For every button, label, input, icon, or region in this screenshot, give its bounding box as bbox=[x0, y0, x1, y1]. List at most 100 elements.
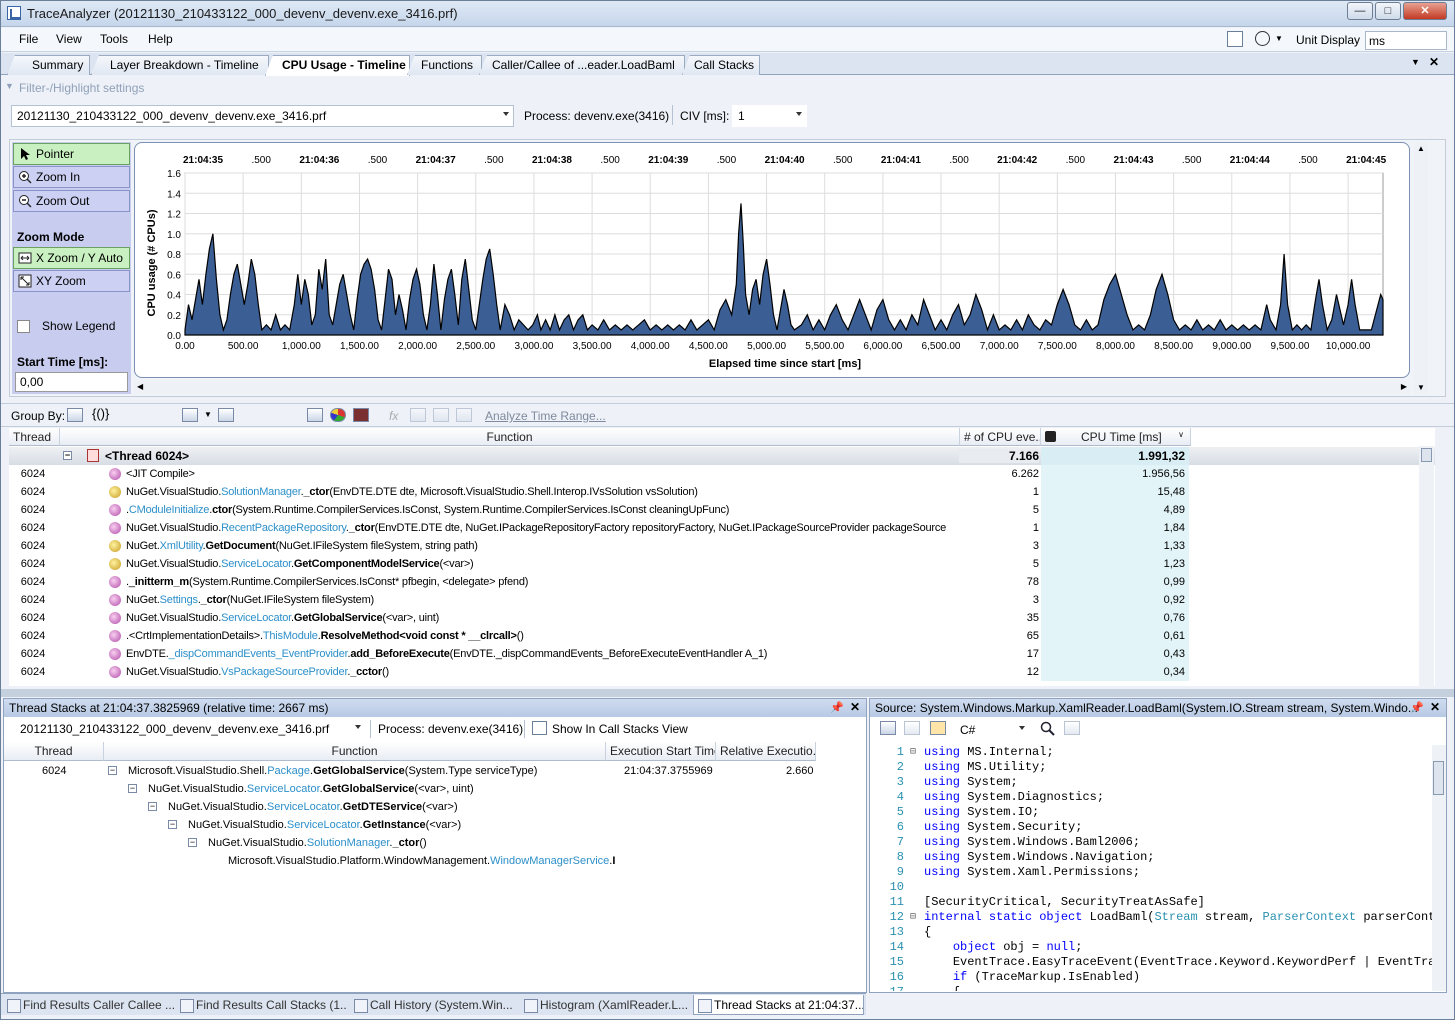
copy-icon[interactable] bbox=[1064, 721, 1080, 735]
xy-zoom-button[interactable]: XY Zoom bbox=[13, 270, 130, 292]
trace-file-select[interactable]: 20121130_210433122_000_devenv_devenv.exe… bbox=[11, 105, 514, 127]
table-row[interactable]: 6024 NuGet.Settings._ctor(NuGet.IFileSyst… bbox=[9, 591, 1435, 609]
zoom-out-button[interactable]: Zoom Out bbox=[13, 190, 130, 212]
collapse-toggle-icon[interactable]: − bbox=[108, 766, 117, 775]
highlight-icon[interactable] bbox=[433, 408, 449, 422]
highlighter-icon[interactable] bbox=[930, 721, 946, 735]
tab-call-history[interactable]: Call History (System.Win... bbox=[350, 995, 516, 1015]
pie-chart-icon[interactable] bbox=[330, 408, 346, 422]
heatmap-icon[interactable] bbox=[353, 408, 369, 422]
tab-find-results-caller-callee[interactable]: Find Results Caller Callee ... bbox=[3, 995, 175, 1015]
stack-row[interactable]: − NuGet.VisualStudio.ServiceLocator.GetDT… bbox=[4, 798, 864, 816]
panel-splitter[interactable] bbox=[1, 689, 1454, 697]
collapse-toggle-icon[interactable]: − bbox=[188, 838, 197, 847]
clock-icon[interactable] bbox=[1255, 31, 1270, 46]
column-num-cpu-events[interactable]: # of CPU eve... bbox=[960, 428, 1041, 446]
close-button[interactable]: ✕ bbox=[1403, 2, 1447, 20]
pointer-tool-button[interactable]: Pointer bbox=[13, 143, 130, 165]
show-legend-checkbox[interactable] bbox=[17, 320, 30, 333]
analyze-time-range-link[interactable]: Analyze Time Range... bbox=[485, 409, 606, 423]
stack-row[interactable]: − NuGet.VisualStudio.ServiceLocator.GetIn… bbox=[4, 816, 864, 834]
ts-column-function[interactable]: Function bbox=[104, 742, 606, 761]
scroll-down-icon[interactable]: ▼ bbox=[1417, 383, 1425, 392]
scrollbar-thumb[interactable] bbox=[1421, 448, 1432, 462]
color-palette-icon[interactable] bbox=[880, 721, 896, 735]
export-icon[interactable] bbox=[1227, 31, 1243, 47]
tab-caller-callee[interactable]: Caller/Callee of ...eader.LoadBaml bbox=[479, 55, 685, 75]
group-by-braces-icon[interactable]: {()} bbox=[92, 406, 109, 421]
collapse-toggle-icon[interactable]: − bbox=[63, 451, 72, 460]
wrench-icon[interactable] bbox=[904, 721, 920, 735]
chevron-down-icon[interactable]: ▼ bbox=[204, 410, 212, 419]
menu-view[interactable]: View bbox=[56, 32, 82, 46]
tab-summary[interactable]: Summary bbox=[7, 55, 90, 75]
close-pane-icon[interactable]: ✕ bbox=[850, 700, 860, 714]
table-row[interactable]: 6024 .CModuleInitialize.ctor(System.Runti… bbox=[9, 501, 1435, 519]
scroll-left-icon[interactable]: ◀ bbox=[137, 382, 143, 391]
table-row[interactable]: 6024 NuGet.VisualStudio.VsPackageSourcePr… bbox=[9, 663, 1435, 681]
stack-row[interactable]: − NuGet.VisualStudio.ServiceLocator.GetGl… bbox=[4, 780, 864, 798]
zoom-in-button[interactable]: Zoom In bbox=[13, 166, 130, 188]
table-row[interactable]: 6024 NuGet.VisualStudio.ServiceLocator.Ge… bbox=[9, 609, 1435, 627]
language-select[interactable]: C# bbox=[954, 719, 1030, 741]
pin-icon[interactable]: 📌 bbox=[1410, 701, 1424, 714]
expand-range-icon[interactable] bbox=[456, 408, 472, 422]
export-table-icon[interactable] bbox=[218, 408, 234, 422]
table-row[interactable]: 6024 NuGet.XmlUtility.GetDocument(NuGet.I… bbox=[9, 537, 1435, 555]
function-icon[interactable]: fx bbox=[389, 409, 398, 423]
start-time-input[interactable] bbox=[15, 372, 128, 392]
filter-icon[interactable] bbox=[410, 408, 426, 422]
chart-vertical-scrollbar[interactable]: ▲ ▼ bbox=[1414, 142, 1428, 394]
tab-cpu-usage-timeline[interactable]: CPU Usage - Timeline bbox=[265, 55, 410, 76]
chart-horizontal-scrollbar[interactable]: ◀ ▶ bbox=[134, 380, 1410, 394]
show-in-call-stacks-button[interactable]: Show In Call Stacks View bbox=[552, 722, 688, 736]
tab-find-results-call-stacks[interactable]: Find Results Call Stacks (1... bbox=[176, 995, 346, 1015]
scroll-right-icon[interactable]: ▶ bbox=[1401, 382, 1407, 391]
tab-thread-stacks[interactable]: Thread Stacks at 21:04:37.... bbox=[693, 995, 864, 1015]
collapse-toggle-icon[interactable]: − bbox=[128, 784, 137, 793]
table-row[interactable]: 6024 <JIT Compile> 6.262 1.956,56 bbox=[9, 465, 1435, 483]
thread-stacks-file-select[interactable]: 20121130_210433122_000_devenv_devenv.exe… bbox=[14, 718, 366, 740]
column-function[interactable]: Function bbox=[60, 428, 960, 446]
tab-dropdown-icon[interactable]: ▼ bbox=[1411, 57, 1420, 67]
navigate-icon[interactable] bbox=[182, 408, 198, 422]
ts-column-exec-start[interactable]: Execution Start Time bbox=[606, 742, 716, 761]
filter-header[interactable]: ▼ Filter-/Highlight settings bbox=[1, 77, 1454, 99]
close-tab-icon[interactable]: ✕ bbox=[1429, 55, 1439, 69]
table-row[interactable]: 6024 NuGet.VisualStudio.SolutionManager._… bbox=[9, 483, 1435, 501]
table-row[interactable]: 6024 NuGet.VisualStudio.RecentPackageRepo… bbox=[9, 519, 1435, 537]
scroll-up-icon[interactable]: ▲ bbox=[1417, 144, 1425, 153]
cpu-usage-chart[interactable]: 21:04:35 .500 21:04:36 .500 21:04:37 .500 21:0… bbox=[134, 142, 1410, 378]
menu-help[interactable]: Help bbox=[148, 32, 173, 46]
menu-file[interactable]: File bbox=[19, 32, 38, 46]
x-zoom-y-auto-button[interactable]: X Zoom / Y Auto bbox=[13, 247, 130, 269]
close-pane-icon[interactable]: ✕ bbox=[1430, 700, 1440, 714]
fold-toggle-icon[interactable]: ⊟ bbox=[910, 910, 916, 925]
ts-column-relative[interactable]: Relative Executio... bbox=[716, 742, 816, 761]
civ-select[interactable]: 1 bbox=[732, 105, 807, 127]
table-row[interactable]: 6024 EnvDTE._dispCommandEvents_EventProvi… bbox=[9, 645, 1435, 663]
tab-histogram[interactable]: Histogram (XamlReader.L... bbox=[520, 995, 690, 1015]
menu-tools[interactable]: Tools bbox=[100, 32, 128, 46]
collapse-toggle-icon[interactable]: − bbox=[168, 820, 177, 829]
table-row[interactable]: 6024 NuGet.VisualStudio.ServiceLocator.Ge… bbox=[9, 555, 1435, 573]
table-row[interactable]: 6024 ._initterm_m(System.Runtime.Compiler… bbox=[9, 573, 1435, 591]
unit-display-select[interactable]: ms bbox=[1365, 31, 1447, 50]
tab-functions[interactable]: Functions bbox=[407, 55, 482, 75]
table-row[interactable]: 6024 .<CrtImplementationDetails>.ThisModu… bbox=[9, 627, 1435, 645]
stack-row[interactable]: 6024 − Microsoft.VisualStudio.Shell.Packag… bbox=[4, 762, 864, 780]
table-view-icon[interactable] bbox=[307, 408, 323, 422]
column-cpu-time[interactable]: CPU Time [ms] ∨ bbox=[1041, 428, 1191, 446]
search-icon[interactable] bbox=[1040, 721, 1055, 736]
pin-icon[interactable]: 📌 bbox=[830, 701, 844, 714]
group-by-thread-icon[interactable] bbox=[67, 408, 83, 422]
column-thread[interactable]: Thread bbox=[9, 428, 60, 446]
functions-table-scrollbar[interactable] bbox=[1419, 446, 1434, 686]
source-code-view[interactable]: 1 ⊟ using MS.Internal; 2 using MS.Utility; 3 u… bbox=[872, 745, 1432, 991]
chevron-down-icon[interactable]: ▼ bbox=[1275, 34, 1283, 43]
tab-call-stacks[interactable]: Call Stacks bbox=[682, 55, 760, 75]
ts-column-thread[interactable]: Thread bbox=[4, 742, 104, 761]
source-scrollbar[interactable] bbox=[1432, 745, 1446, 991]
minimize-button[interactable]: — bbox=[1347, 2, 1373, 20]
collapse-toggle-icon[interactable]: − bbox=[148, 802, 157, 811]
